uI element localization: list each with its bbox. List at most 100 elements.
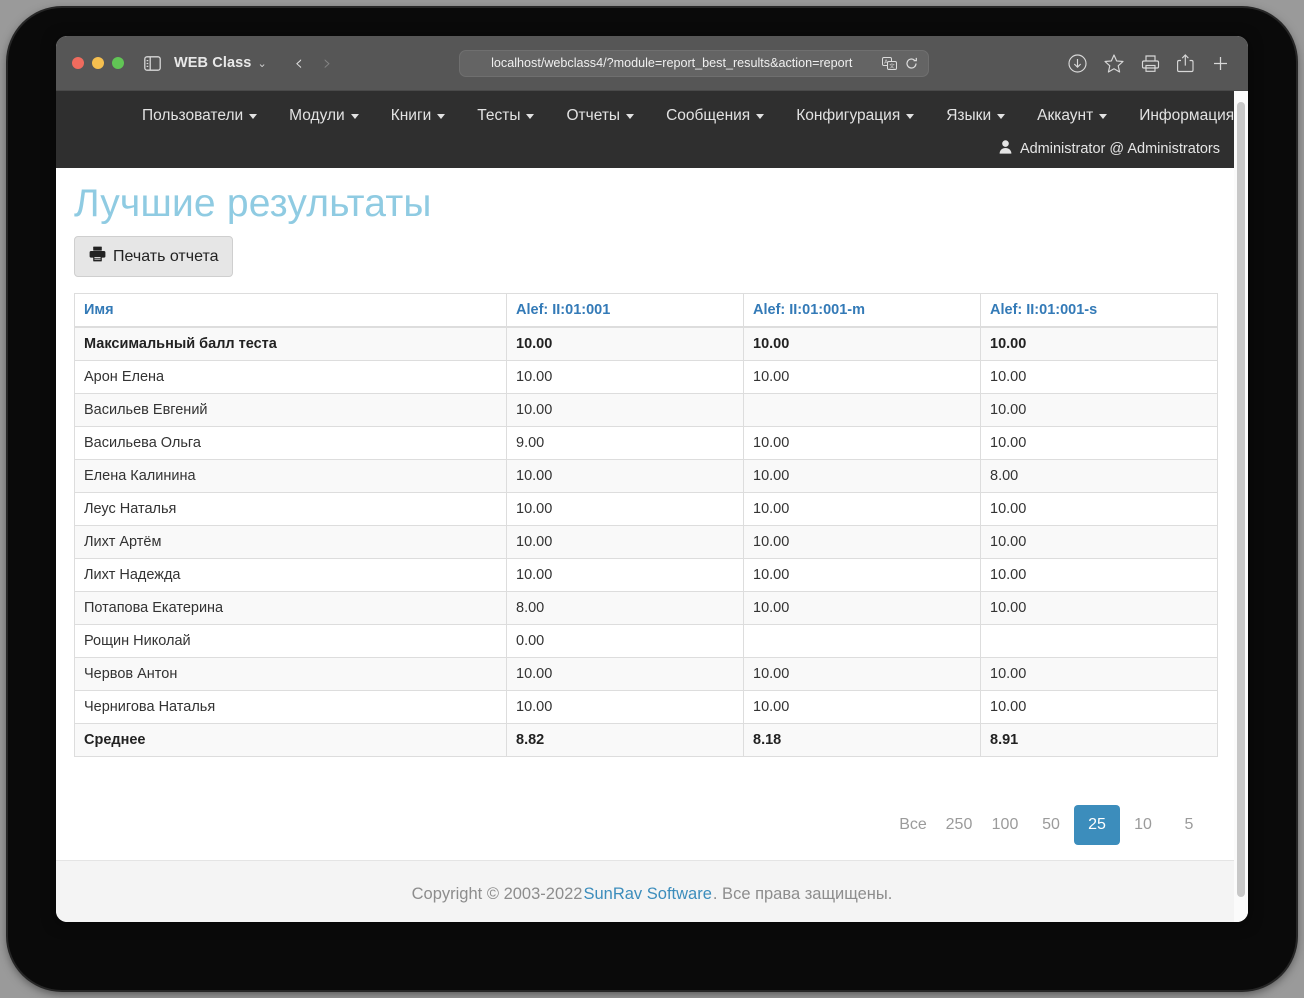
row-score: 10.00 [507,394,744,427]
column-header-test-2[interactable]: Alef: II:01:001-m [744,294,981,328]
row-score: 10.00 [744,526,981,559]
bookmark-star-icon[interactable] [1104,54,1124,73]
row-score: 10.00 [744,493,981,526]
page-size-100[interactable]: 100 [982,805,1028,845]
row-score: 10.00 [981,394,1218,427]
table-body: Максимальный балл теста 10.00 10.00 10.0… [75,327,1218,757]
row-name: Потапова Екатерина [75,592,507,625]
caret-down-icon [626,114,634,119]
share-icon[interactable] [1177,54,1194,73]
caret-down-icon [756,114,764,119]
column-header-test-3[interactable]: Alef: II:01:001-s [981,294,1218,328]
menu-item-languages[interactable]: Языки [930,107,1021,125]
page-size-25[interactable]: 25 [1074,805,1120,845]
window-title: WEB Class [174,55,251,71]
menu-item-information[interactable]: Информация [1123,107,1248,125]
caret-down-icon [351,114,359,119]
window-controls[interactable] [72,57,124,69]
new-tab-icon[interactable] [1211,54,1230,73]
maximize-window-button[interactable] [112,57,124,69]
row-score: 10.00 [507,361,744,394]
menu-item-users[interactable]: Пользователи [126,107,273,125]
row-score: 10.00 [507,493,744,526]
row-name: Елена Калинина [75,460,507,493]
row-score: 8.82 [507,724,744,757]
table-row: Лихт Артём 10.00 10.00 10.00 [75,526,1218,559]
row-score [981,625,1218,658]
menu-label: Аккаунт [1037,107,1093,125]
menu-item-account[interactable]: Аккаунт [1021,107,1123,125]
row-score: 8.91 [981,724,1218,757]
row-score: 10.00 [981,559,1218,592]
menu-item-messages[interactable]: Сообщения [650,107,780,125]
scrollbar-thumb[interactable] [1237,102,1245,897]
menu-item-books[interactable]: Книги [375,107,462,125]
row-score: 10.00 [507,658,744,691]
copyright-prefix: Copyright © 2003-2022 [412,885,583,904]
row-name: Леус Наталья [75,493,507,526]
browser-toolbar-right [1068,54,1232,73]
table-head: Имя Alef: II:01:001 Alef: II:01:001-m Al… [75,294,1218,328]
download-icon[interactable] [1068,54,1087,73]
menu-item-reports[interactable]: Отчеты [550,107,650,125]
table-row: Васильева Ольга 9.00 10.00 10.00 [75,427,1218,460]
close-window-button[interactable] [72,57,84,69]
menu-label: Пользователи [142,107,243,125]
chevron-down-icon[interactable]: ⌄ [257,57,266,70]
menu-item-modules[interactable]: Модули [273,107,375,125]
row-name: Среднее [75,724,507,757]
page-size-5[interactable]: 5 [1166,805,1212,845]
table-row: Леус Наталья 10.00 10.00 10.00 [75,493,1218,526]
menu-label: Конфигурация [796,107,900,125]
sidebar-icon[interactable] [144,56,161,71]
menu-item-tests[interactable]: Тесты [461,107,550,125]
forward-button[interactable]: › [313,51,341,75]
row-score: 10.00 [981,361,1218,394]
table-row: Червов Антон 10.00 10.00 10.00 [75,658,1218,691]
sunrav-software-link[interactable]: SunRav Software [583,885,711,904]
row-score [744,394,981,427]
page-size-50[interactable]: 50 [1028,805,1074,845]
current-user[interactable]: Administrator @ Administrators [999,140,1220,158]
table-row: Васильев Евгений 10.00 10.00 [75,394,1218,427]
user-name-label: Administrator @ Administrators [1020,141,1220,157]
row-name: Максимальный балл теста [75,327,507,361]
main-menu: Пользователи Модули Книги Тесты Отчеты С… [56,91,1248,140]
translate-icon[interactable]: A 文 [882,57,897,70]
vertical-scrollbar[interactable] [1234,91,1248,922]
page-size-all[interactable]: Все [890,805,936,845]
column-header-test-1[interactable]: Alef: II:01:001 [507,294,744,328]
back-button[interactable]: ‹ [285,51,313,75]
row-score: 10.00 [744,361,981,394]
reload-icon[interactable] [905,57,918,70]
minimize-window-button[interactable] [92,57,104,69]
table-row: Арон Елена 10.00 10.00 10.00 [75,361,1218,394]
caret-down-icon [906,114,914,119]
column-header-name[interactable]: Имя [75,294,507,328]
row-name: Чернигова Наталья [75,691,507,724]
table-row: Чернигова Наталья 10.00 10.00 10.00 [75,691,1218,724]
row-score: 10.00 [981,658,1218,691]
print-report-button[interactable]: Печать отчета [74,236,233,277]
page-size-10[interactable]: 10 [1120,805,1166,845]
menu-item-configuration[interactable]: Конфигурация [780,107,930,125]
page-title: Лучшие результаты [74,182,1230,226]
menu-label: Отчеты [566,107,620,125]
row-score: 10.00 [507,559,744,592]
url-text[interactable]: localhost/webclass4/?module=report_best_… [470,56,874,70]
row-score: 9.00 [507,427,744,460]
caret-down-icon [249,114,257,119]
menu-label: Языки [946,107,991,125]
app-navbar: Пользователи Модули Книги Тесты Отчеты С… [56,91,1248,168]
row-name: Рощин Николай [75,625,507,658]
row-score: 10.00 [744,691,981,724]
caret-down-icon [997,114,1005,119]
address-bar[interactable]: localhost/webclass4/?module=report_best_… [459,50,929,77]
table-row: Лихт Надежда 10.00 10.00 10.00 [75,559,1218,592]
row-score: 10.00 [744,658,981,691]
row-score: 10.00 [981,493,1218,526]
row-score: 10.00 [507,460,744,493]
row-score: 10.00 [744,559,981,592]
print-icon[interactable] [1141,54,1160,73]
page-size-250[interactable]: 250 [936,805,982,845]
